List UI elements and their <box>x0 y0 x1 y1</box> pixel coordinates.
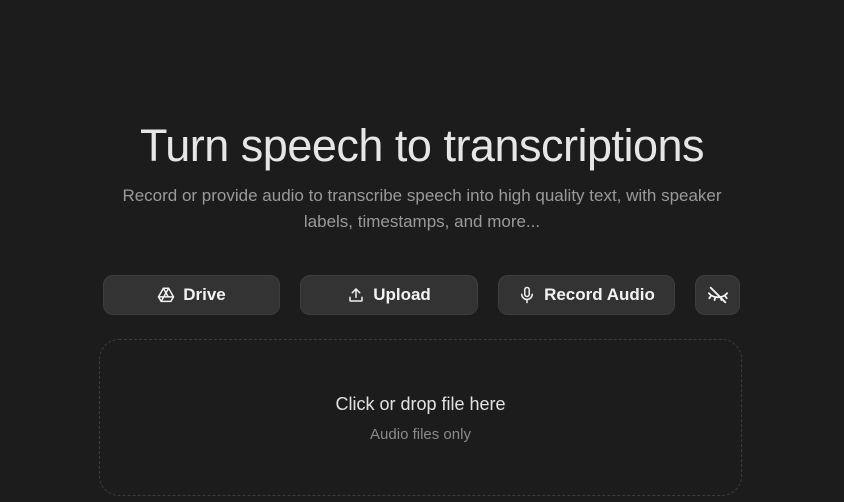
upload-button[interactable]: Upload <box>300 275 478 315</box>
page-title: Turn speech to transcriptions <box>139 120 705 171</box>
upload-icon <box>347 286 365 304</box>
dropzone-hint: Audio files only <box>370 426 471 443</box>
record-audio-button-label: Record Audio <box>544 285 655 304</box>
upload-button-label: Upload <box>373 285 431 304</box>
file-dropzone[interactable]: Click or drop file here Audio files only <box>99 339 742 496</box>
hide-button[interactable] <box>695 275 740 315</box>
eye-off-icon <box>707 284 729 306</box>
google-drive-icon <box>157 286 175 304</box>
transcription-page: Turn speech to transcriptions Record or … <box>0 0 844 502</box>
dropzone-title: Click or drop file here <box>335 394 506 414</box>
drive-button[interactable]: Drive <box>103 275 280 315</box>
page-subtitle: Record or provide audio to transcribe sp… <box>122 186 722 231</box>
drive-button-label: Drive <box>183 285 226 304</box>
record-audio-button[interactable]: Record Audio <box>498 275 675 315</box>
microphone-icon <box>518 286 536 304</box>
